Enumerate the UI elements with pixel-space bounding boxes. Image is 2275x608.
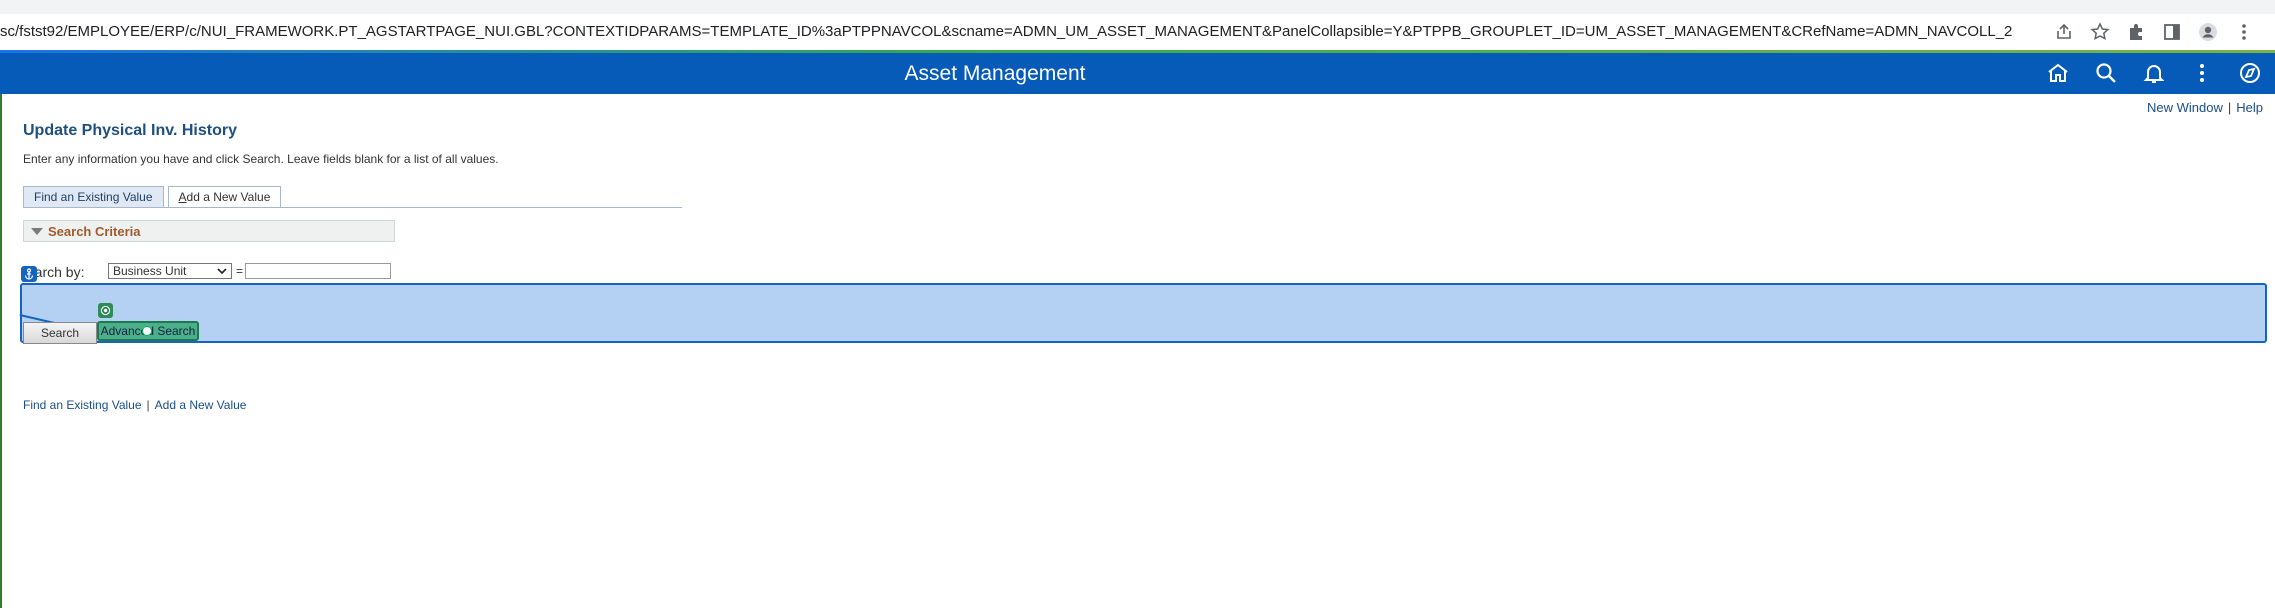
selection-highlight xyxy=(20,283,2267,343)
equals-sign: = xyxy=(236,264,244,278)
menu-icon[interactable] xyxy=(2233,21,2255,43)
new-window-link[interactable]: New Window xyxy=(2147,100,2223,115)
search-button[interactable]: Search xyxy=(23,322,97,344)
tab-underline xyxy=(23,207,682,208)
share-icon[interactable] xyxy=(2053,21,2075,43)
bottom-links: Find an Existing Value | Add a New Value xyxy=(23,398,247,412)
profile-icon[interactable] xyxy=(2197,21,2219,43)
collapse-triangle-icon[interactable] xyxy=(31,227,43,235)
help-link[interactable]: Help xyxy=(2236,100,2263,115)
navbar-icon[interactable] xyxy=(2237,60,2263,86)
tab-add-new[interactable]: Add a New Value xyxy=(167,186,282,208)
left-border xyxy=(0,94,2,608)
star-icon[interactable] xyxy=(2089,21,2111,43)
app-title: Asset Management xyxy=(904,62,1086,85)
address-bar[interactable]: sc/fstst92/EMPLOYEE/ERP/c/NUI_FRAMEWORK.… xyxy=(0,14,2275,50)
extensions-icon[interactable] xyxy=(2125,21,2147,43)
search-criteria-header[interactable]: Search Criteria xyxy=(23,220,395,242)
add-new-link[interactable]: Add a New Value xyxy=(155,398,247,412)
instructions-text: Enter any information you have and click… xyxy=(23,152,499,166)
browser-tab-bar xyxy=(0,0,2275,14)
tab-find-existing[interactable]: Find an Existing Value xyxy=(23,186,164,208)
search-icon[interactable] xyxy=(2093,60,2119,86)
page-title: Update Physical Inv. History xyxy=(23,122,237,139)
sidepanel-icon[interactable] xyxy=(2161,21,2183,43)
anchor-icon[interactable] xyxy=(21,266,37,282)
advanced-search-button[interactable]: Advanced Search xyxy=(97,321,199,341)
target-icon xyxy=(142,326,152,336)
search-by-select[interactable]: Business Unit xyxy=(108,263,232,279)
url-text[interactable]: sc/fstst92/EMPLOYEE/ERP/c/NUI_FRAMEWORK.… xyxy=(0,23,2012,40)
search-criteria-label: Search Criteria xyxy=(48,223,141,239)
search-tabs: Find an Existing Value Add a New Value xyxy=(23,186,282,208)
target-badge-icon xyxy=(98,303,113,318)
find-existing-link[interactable]: Find an Existing Value xyxy=(23,398,142,412)
more-icon[interactable] xyxy=(2189,60,2215,86)
app-header: Asset Management xyxy=(0,53,2275,94)
home-icon[interactable] xyxy=(2045,60,2071,86)
chevron-down-icon xyxy=(216,265,228,280)
bell-icon[interactable] xyxy=(2141,60,2167,86)
search-value-input[interactable] xyxy=(245,263,391,279)
utility-links: New Window | Help xyxy=(2147,100,2263,115)
